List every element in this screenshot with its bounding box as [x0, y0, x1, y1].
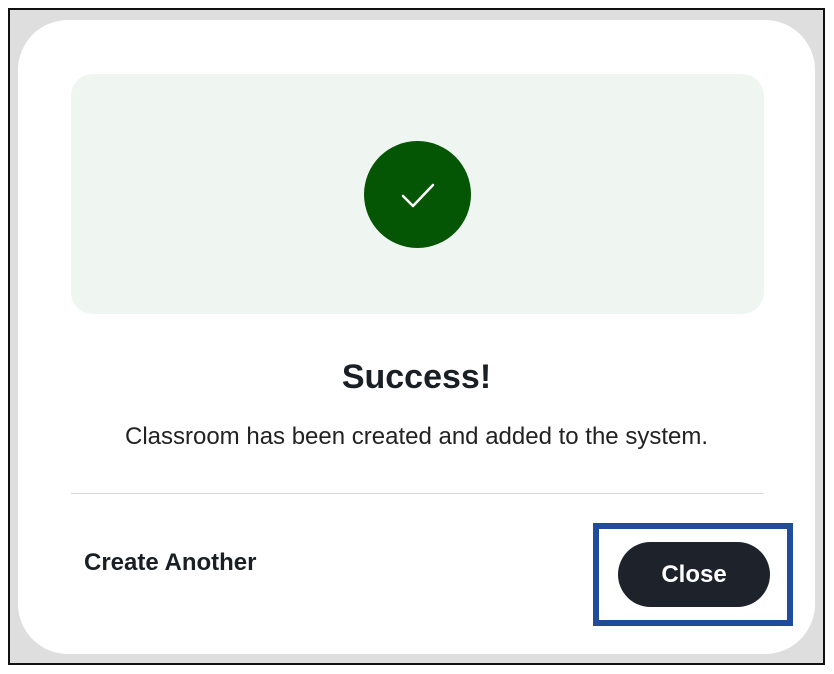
dialog-message: Classroom has been created and added to … [124, 423, 708, 450]
dialog-title: Success! [341, 358, 492, 396]
success-dialog: Success! Classroom has been created and … [18, 20, 815, 654]
close-button[interactable]: Close [618, 542, 770, 607]
checkmark-icon [401, 183, 434, 207]
create-another-button[interactable]: Create Another [84, 549, 256, 577]
screenshot-frame: Success! Classroom has been created and … [8, 8, 825, 665]
close-button-highlight: Close [593, 523, 793, 626]
success-badge [364, 141, 471, 248]
divider [71, 493, 764, 494]
success-hero-panel [71, 74, 764, 314]
